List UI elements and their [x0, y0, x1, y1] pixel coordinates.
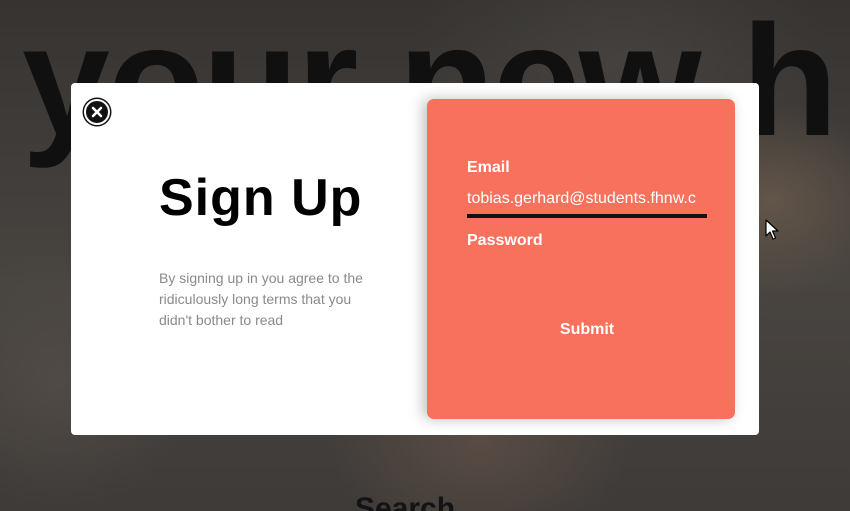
terms-description: By signing up in you agree to the ridicu… [159, 270, 363, 328]
submit-button[interactable]: Submit [527, 316, 647, 344]
close-button[interactable] [84, 99, 110, 125]
password-input[interactable] [467, 256, 707, 286]
mouse-cursor-icon [765, 219, 779, 240]
password-label: Password [467, 232, 543, 249]
email-input[interactable] [467, 184, 707, 218]
close-icon [91, 106, 103, 118]
email-label: Email [467, 159, 510, 176]
modal-title: Sign Up [159, 169, 363, 227]
